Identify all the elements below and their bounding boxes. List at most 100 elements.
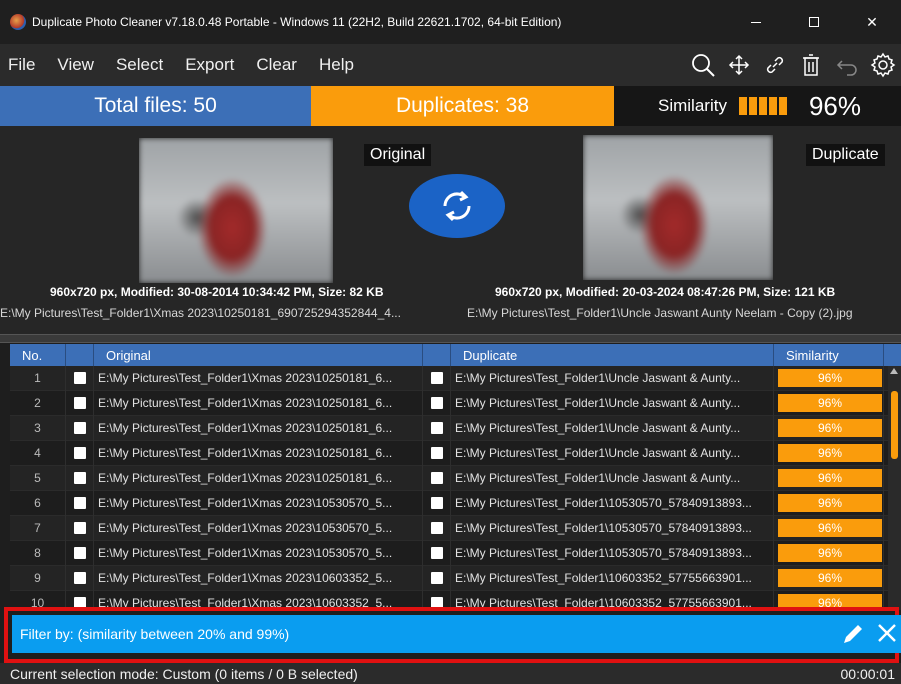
original-checkbox[interactable] [66, 440, 94, 466]
original-checkbox[interactable] [66, 515, 94, 541]
duplicate-info: 960x720 px, Modified: 20-03-2024 08:47:2… [495, 285, 836, 299]
duplicate-checkbox[interactable] [423, 415, 451, 441]
table-row[interactable]: 3 E:\My Pictures\Test_Folder1\Xmas 2023\1… [10, 415, 901, 441]
window-title: Duplicate Photo Cleaner v7.18.0.48 Porta… [32, 15, 562, 29]
table-row[interactable]: 1 E:\My Pictures\Test_Folder1\Xmas 2023\1… [10, 365, 901, 391]
duplicate-checkbox[interactable] [423, 465, 451, 491]
duplicate-photo[interactable] [583, 135, 773, 280]
duplicate-checkbox[interactable] [423, 440, 451, 466]
duplicate-path-cell: E:\My Pictures\Test_Folder1\10530570_578… [451, 540, 774, 566]
duplicate-checkbox[interactable] [423, 540, 451, 566]
row-number: 8 [10, 540, 66, 566]
original-checkbox[interactable] [66, 365, 94, 391]
header-check-original[interactable] [66, 344, 94, 366]
menu-file[interactable]: File [8, 55, 35, 75]
row-number: 1 [10, 365, 66, 391]
table-body: 1 E:\My Pictures\Test_Folder1\Xmas 2023\1… [10, 365, 901, 610]
results-table: No. Original Duplicate Similarity 1 E:\My… [10, 344, 901, 610]
duplicate-path-cell: E:\My Pictures\Test_Folder1\10603352_577… [451, 565, 774, 591]
row-number: 3 [10, 415, 66, 441]
menu-export[interactable]: Export [185, 55, 234, 75]
similarity-cell: 96% [774, 440, 884, 466]
similarity-badge: 96% [778, 494, 882, 512]
maximize-button[interactable] [785, 0, 843, 44]
duplicate-checkbox[interactable] [423, 515, 451, 541]
table-row[interactable]: 2 E:\My Pictures\Test_Folder1\Xmas 2023\1… [10, 390, 901, 416]
menu-help[interactable]: Help [319, 55, 354, 75]
minimize-button[interactable] [727, 0, 785, 44]
window-controls: ✕ [727, 0, 901, 44]
panel-splitter[interactable] [0, 334, 901, 343]
maximize-icon [809, 17, 819, 27]
similarity-stat: Similarity 96% [614, 86, 901, 126]
duplicate-path-cell: E:\My Pictures\Test_Folder1\10530570_578… [451, 515, 774, 541]
table-row[interactable]: 8 E:\My Pictures\Test_Folder1\Xmas 2023\1… [10, 540, 901, 566]
original-info: 960x720 px, Modified: 30-08-2014 10:34:4… [50, 285, 384, 299]
edit-filter-icon[interactable] [841, 622, 865, 646]
row-number: 2 [10, 390, 66, 416]
table-header: No. Original Duplicate Similarity [10, 344, 901, 366]
similarity-badge: 96% [778, 394, 882, 412]
duplicate-checkbox[interactable] [423, 565, 451, 591]
search-icon[interactable] [689, 51, 717, 79]
table-scrollbar[interactable] [888, 366, 901, 610]
swap-button[interactable] [409, 174, 505, 238]
row-number: 6 [10, 490, 66, 516]
trash-icon[interactable] [797, 51, 825, 79]
menu-select[interactable]: Select [116, 55, 163, 75]
status-bar: Current selection mode: Custom (0 items … [0, 663, 901, 684]
original-checkbox[interactable] [66, 490, 94, 516]
original-checkbox[interactable] [66, 390, 94, 416]
row-number: 4 [10, 440, 66, 466]
table-row[interactable]: 5 E:\My Pictures\Test_Folder1\Xmas 2023\1… [10, 465, 901, 491]
duplicate-path-cell: E:\My Pictures\Test_Folder1\Uncle Jaswan… [451, 390, 774, 416]
original-path-cell: E:\My Pictures\Test_Folder1\Xmas 2023\10… [94, 565, 423, 591]
original-photo[interactable] [139, 138, 333, 283]
status-text: Current selection mode: Custom (0 items … [10, 665, 358, 682]
original-path-cell: E:\My Pictures\Test_Folder1\Xmas 2023\10… [94, 515, 423, 541]
move-icon[interactable] [725, 51, 753, 79]
duplicate-checkbox[interactable] [423, 490, 451, 516]
clear-filter-icon[interactable] [875, 621, 899, 645]
duplicate-checkbox[interactable] [423, 365, 451, 391]
table-row[interactable]: 7 E:\My Pictures\Test_Folder1\Xmas 2023\1… [10, 515, 901, 541]
close-button[interactable]: ✕ [843, 0, 901, 44]
table-row[interactable]: 9 E:\My Pictures\Test_Folder1\Xmas 2023\1… [10, 565, 901, 591]
header-check-duplicate[interactable] [423, 344, 451, 366]
header-similarity[interactable]: Similarity [774, 344, 884, 366]
original-checkbox[interactable] [66, 540, 94, 566]
preview-panel: Original Duplicate 960x720 px, Modified:… [0, 126, 901, 334]
original-checkbox[interactable] [66, 415, 94, 441]
similarity-badge: 96% [778, 544, 882, 562]
similarity-cell: 96% [774, 540, 884, 566]
duplicate-checkbox[interactable] [423, 390, 451, 416]
link-icon[interactable] [761, 51, 789, 79]
scroll-thumb[interactable] [891, 391, 898, 459]
original-checkbox[interactable] [66, 565, 94, 591]
filter-bar: Filter by: (similarity between 20% and 9… [12, 615, 901, 653]
original-path-cell: E:\My Pictures\Test_Folder1\Xmas 2023\10… [94, 390, 423, 416]
similarity-badge: 96% [778, 469, 882, 487]
scroll-up-icon[interactable] [890, 368, 898, 374]
table-row[interactable]: 4 E:\My Pictures\Test_Folder1\Xmas 2023\1… [10, 440, 901, 466]
row-number: 7 [10, 515, 66, 541]
similarity-cell: 96% [774, 390, 884, 416]
header-no[interactable]: No. [10, 344, 66, 366]
menu-view[interactable]: View [57, 55, 94, 75]
similarity-badge: 96% [778, 519, 882, 537]
toolbar [689, 44, 897, 86]
menu-clear[interactable]: Clear [256, 55, 297, 75]
original-path-cell: E:\My Pictures\Test_Folder1\Xmas 2023\10… [94, 465, 423, 491]
table-row[interactable]: 6 E:\My Pictures\Test_Folder1\Xmas 2023\1… [10, 490, 901, 516]
header-duplicate[interactable]: Duplicate [451, 344, 774, 366]
undo-icon[interactable] [833, 51, 861, 79]
similarity-bars [738, 97, 787, 115]
header-original[interactable]: Original [94, 344, 423, 366]
duplicate-path-cell: E:\My Pictures\Test_Folder1\Uncle Jaswan… [451, 365, 774, 391]
duplicate-path-cell: E:\My Pictures\Test_Folder1\Uncle Jaswan… [451, 415, 774, 441]
settings-icon[interactable] [869, 51, 897, 79]
original-checkbox[interactable] [66, 465, 94, 491]
similarity-cell: 96% [774, 515, 884, 541]
row-number: 5 [10, 465, 66, 491]
menu-bar: File View Select Export Clear Help [0, 44, 901, 86]
